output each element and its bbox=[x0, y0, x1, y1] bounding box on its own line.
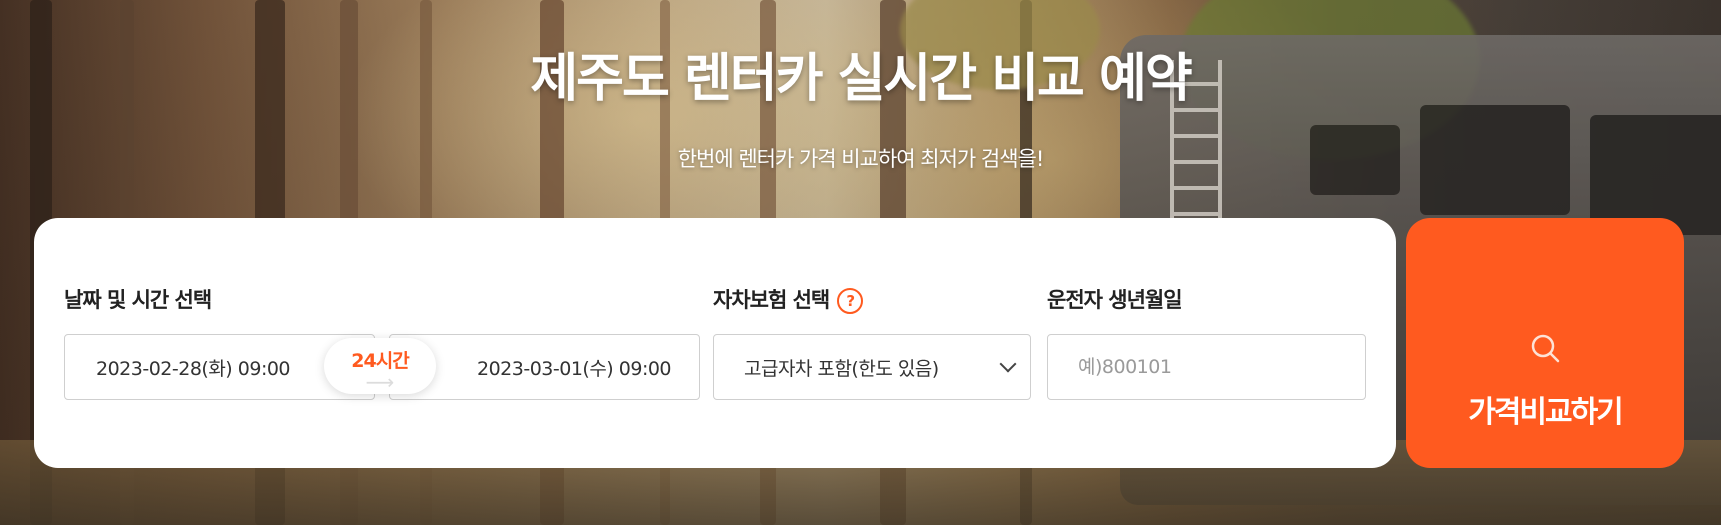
rental-duration-text: 24시간 bbox=[351, 350, 409, 372]
compare-prices-label: 가격비교하기 bbox=[1468, 395, 1624, 430]
compare-prices-button[interactable]: 가격비교하기 bbox=[1406, 218, 1684, 468]
hero-banner: 제주도 렌터카 실시간 비교 예약 한번에 렌터카 가격 비교하여 최저가 검색… bbox=[0, 0, 1721, 525]
insurance-selected-value: 고급자차 포함(한도 있음) bbox=[744, 357, 939, 380]
chevron-down-icon bbox=[999, 355, 1017, 373]
insurance-select[interactable]: 고급자차 포함(한도 있음) bbox=[713, 334, 1031, 400]
birthdate-input[interactable] bbox=[1047, 334, 1366, 400]
question-circle-icon[interactable]: ? bbox=[837, 288, 864, 314]
insurance-label-group: 자차보험 선택? bbox=[713, 284, 864, 314]
insurance-label: 자차보험 선택 bbox=[713, 288, 830, 312]
rental-duration-badge: 24시간 ⟶ bbox=[324, 338, 436, 394]
arrow-right-icon: ⟶ bbox=[365, 370, 395, 394]
pickup-datetime-value: 2023-02-28(화) 09:00 bbox=[96, 357, 291, 380]
return-datetime-value: 2023-03-01(수) 09:00 bbox=[477, 357, 672, 380]
page-subtitle: 한번에 렌터카 가격 비교하여 최저가 검색을! bbox=[677, 147, 1045, 171]
page-title: 제주도 렌터카 실시간 비교 예약 bbox=[530, 49, 1192, 109]
birth-label: 운전자 생년월일 bbox=[1047, 288, 1183, 312]
search-form-card: 날짜 및 시간 선택 2023-02-28(화) 09:00 2023-03-0… bbox=[34, 218, 1396, 468]
camper-window bbox=[1590, 115, 1721, 235]
search-icon bbox=[1531, 334, 1560, 363]
date-label: 날짜 및 시간 선택 bbox=[64, 288, 212, 312]
